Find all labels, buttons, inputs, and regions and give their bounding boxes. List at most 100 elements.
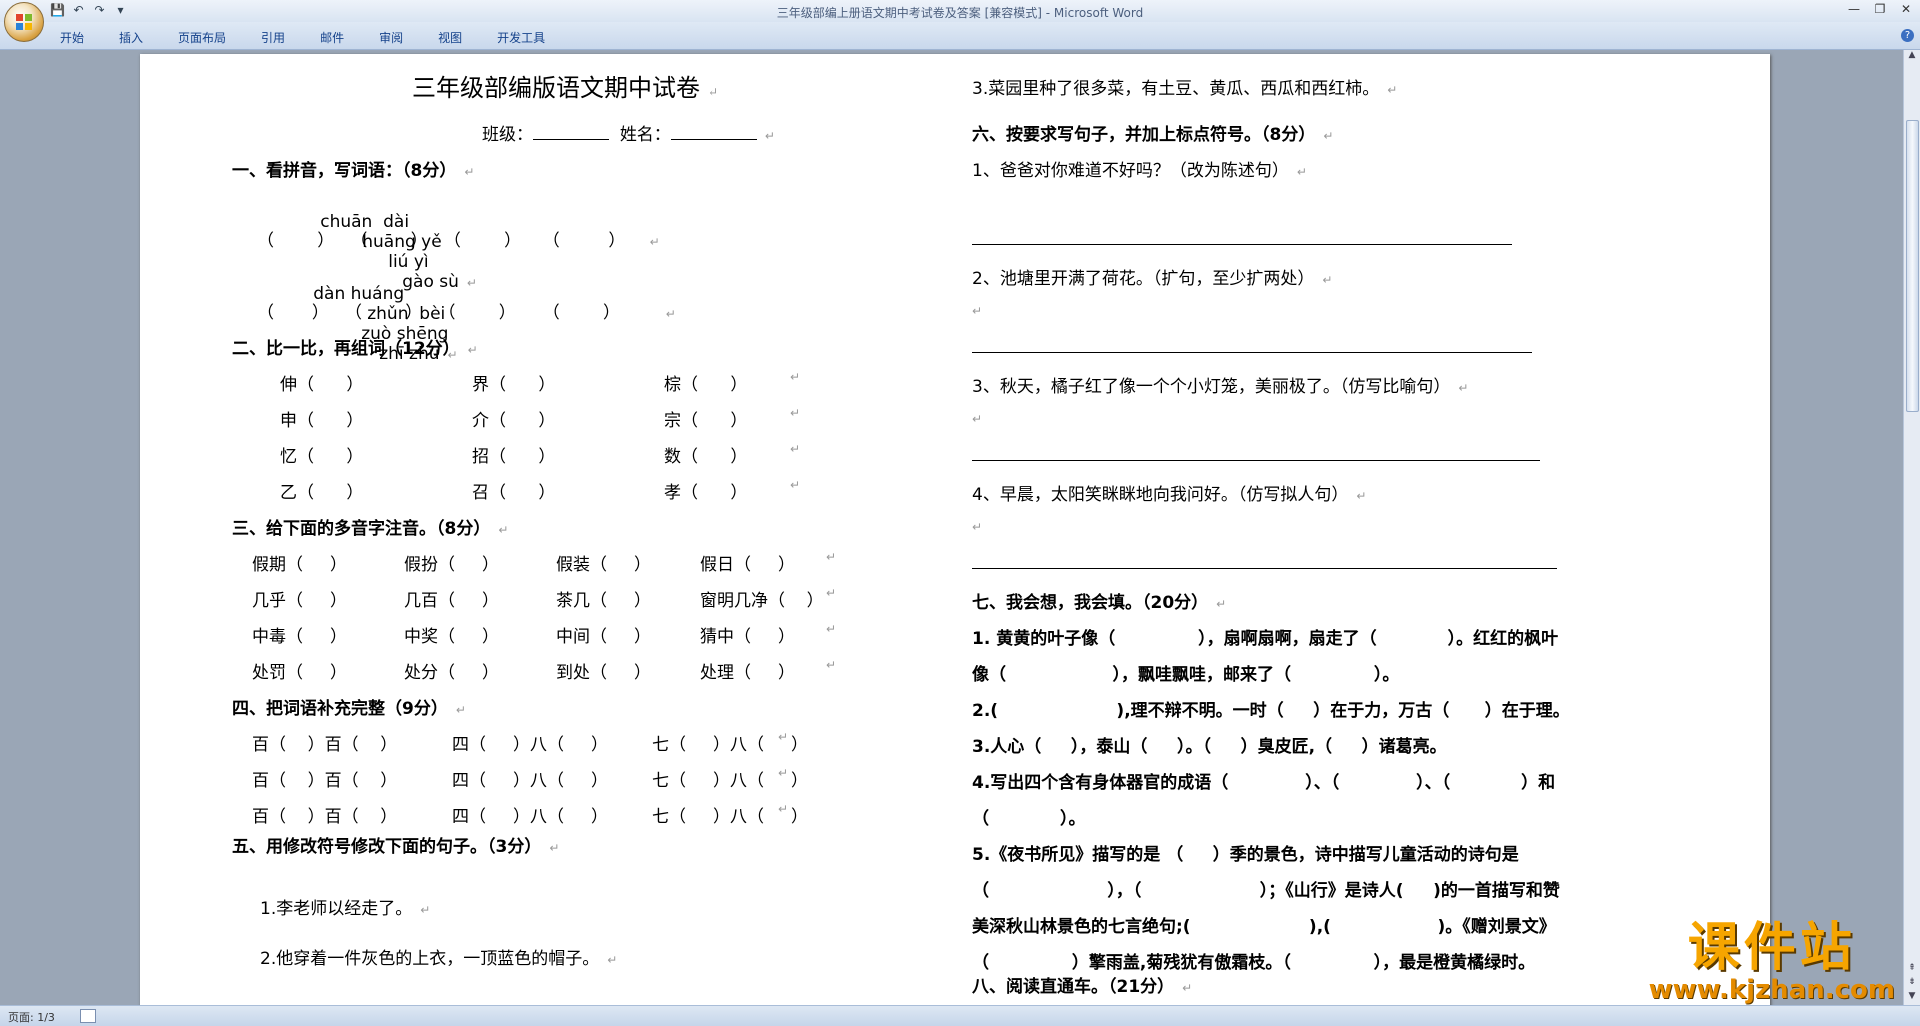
prev-page-icon[interactable]: ⇞ [1904, 963, 1920, 977]
sentence-item-3: 3.菜园里种了很多菜，有土豆、黄瓜、西瓜和西红柿。 ↵ [972, 79, 1398, 99]
section3-heading: 三、给下面的多音字注音。（8分） ↵ [232, 519, 509, 539]
exercise-item: 中间（ ） [556, 627, 652, 647]
ribbon-tabs-bar: 开始 插入 页面布局 引用 邮件 审阅 视图 开发工具 ? [0, 22, 1920, 50]
exercise-item: 乙（ ） [280, 483, 364, 503]
rewrite-item-2: 2、池塘里开满了荷花。（扩句，至少扩两处） ↵ [972, 269, 1333, 289]
document-page[interactable]: 三年级部编版语文期中试卷 ↵ 班级： 姓名： ↵ 一、看拼音，写词语：（8分） ↵ c… [140, 54, 1770, 1005]
empty-paragraph: ↵ [972, 304, 983, 318]
ribbon-tab[interactable]: 邮件 [320, 29, 344, 46]
exercise-item: 中毒（ ） [252, 627, 348, 647]
answer-line[interactable] [972, 244, 1512, 245]
exercise-item: 界（ ） [472, 375, 556, 395]
ribbon-tab[interactable]: 视图 [438, 29, 462, 46]
exercise-item: 百（ ）百（ ） [252, 735, 398, 755]
sentence-item-2: 2.他穿着一件灰色的上衣，一顶蓝色的帽子。 ↵ [260, 949, 618, 969]
section7-heading: 七、我会想，我会填。（20分） ↵ [972, 593, 1227, 613]
fill-blank-text: （ ），（ ）；《山行》是诗人( )的一首描写和赞 [972, 881, 1560, 901]
pinyin-row-2: dàn huáng zhǔn bèi zuò shēng zhī zhū ↵ [313, 284, 458, 364]
section2-heading: 二、比一比，再组词（12分） ↵ [232, 339, 478, 359]
fill-blank-text: 4.写出四个含有身体器官的成语（ ）、（ ）、（ ）和 [972, 773, 1556, 793]
fill-blank-line: 5.《夜书所见》描写的是 （ ）季的景色，诗中描写儿童活动的诗句是 [972, 840, 1519, 865]
exercise-item: 窗明几净（ ） [700, 591, 824, 611]
ribbon-tab[interactable]: 页面布局 [178, 29, 226, 46]
fill-blank-line: （ ），（ ）；《山行》是诗人( )的一首描写和赞 [972, 876, 1560, 901]
answer-brackets-row-2: （ ） （ ） （ ） （ ） ↵ [257, 303, 676, 323]
fill-blank-text: （ ）擎雨盖,菊残犹有傲霜枝。（ ），最是橙黄橘绿时。 [972, 953, 1536, 973]
maximize-icon[interactable]: ❐ [1872, 2, 1888, 16]
ribbon-tab[interactable]: 开发工具 [497, 29, 545, 46]
exercise-item: 介（ ） [472, 411, 556, 431]
empty-paragraph: ↵ [972, 520, 983, 534]
watermark-url: www.kjzhan.com [1648, 975, 1895, 1005]
document-area: 三年级部编版语文期中试卷 ↵ 班级： 姓名： ↵ 一、看拼音，写词语：（8分） ↵ c… [0, 50, 1904, 1005]
ribbon-tab[interactable]: 审阅 [379, 29, 403, 46]
fill-blank-line: 像（ ），飘哇飘哇，邮来了（ ）。 [972, 660, 1399, 685]
sentence-item-1: 1.李老师以经走了。 ↵ [260, 899, 431, 919]
proofing-icon[interactable] [80, 1009, 96, 1023]
exercise-item: 数（ ） [664, 447, 748, 467]
office-button[interactable] [4, 2, 44, 42]
window-controls: — ❐ ✕ [1846, 2, 1914, 16]
minimize-icon[interactable]: — [1846, 2, 1862, 16]
fill-blank-text: 2.( ),理不辩不明。一时（ ）在于力，万古（ ）在于理。 [972, 701, 1570, 721]
next-page-icon[interactable]: ⇟ [1904, 977, 1920, 991]
rewrite-item-4: 4、早晨，太阳笑眯眯地向我问好。（仿写拟人句） ↵ [972, 485, 1367, 505]
section1-heading: 一、看拼音，写词语：（8分） ↵ [232, 161, 475, 181]
exercise-item: 百（ ）百（ ） [252, 807, 398, 827]
fill-blank-line: （ ）擎雨盖,菊残犹有傲霜枝。（ ），最是橙黄橘绿时。 [972, 948, 1535, 973]
status-bar: 页面: 1/3 [0, 1005, 1920, 1026]
answer-line[interactable] [972, 352, 1532, 353]
exercise-item: 宗（ ） [664, 411, 748, 431]
fill-blank-text: 1. 黄黄的叶子像（ ），扇啊扇啊，扇走了（ ）。红红的枫叶 [972, 629, 1559, 649]
fill-blank-line: 3.人心（ ），泰山（ ）。（ ）臭皮匠,（ ）诸葛亮。 [972, 732, 1447, 757]
exercise-item: 中奖（ ） [404, 627, 500, 647]
watermark-name: 课件站 [1687, 918, 1856, 978]
exercise-item: 四（ ）八（ ） [452, 807, 609, 827]
class-label: 班级： [482, 125, 533, 145]
answer-line[interactable] [972, 568, 1557, 569]
ribbon-tab[interactable]: 开始 [60, 29, 84, 46]
exercise-item: 伸（ ） [280, 375, 364, 395]
exercise-item: 申（ ） [280, 411, 364, 431]
student-info-line: 班级： 姓名： ↵ [482, 123, 775, 145]
help-icon[interactable]: ? [1901, 29, 1914, 42]
exercise-item: 处罚（ ） [252, 663, 348, 683]
close-icon[interactable]: ✕ [1898, 2, 1914, 16]
scroll-thumb[interactable] [1906, 120, 1919, 412]
scroll-down-icon[interactable]: ▼ [1904, 991, 1920, 1005]
exercise-item: 假期（ ） [252, 555, 348, 575]
vertical-scrollbar[interactable]: ▲ ⇞ ⇟ ▼ [1903, 50, 1920, 1005]
class-blank[interactable] [533, 123, 609, 140]
fill-blank-line: 1. 黄黄的叶子像（ ），扇啊扇啊，扇走了（ ）。红红的枫叶 [972, 624, 1558, 649]
fill-blank-line: 4.写出四个含有身体器官的成语（ ）、（ ）、（ ）和 [972, 768, 1555, 793]
section5-heading: 五、用修改符号修改下面的句子。（3分） ↵ [232, 837, 560, 857]
exercise-item: 召（ ） [472, 483, 556, 503]
exercise-item: 茶几（ ） [556, 591, 652, 611]
exercise-item: 四（ ）八（ ） [452, 735, 609, 755]
ribbon-tab[interactable]: 引用 [261, 29, 285, 46]
ribbon-tab[interactable]: 插入 [119, 29, 143, 46]
scroll-up-icon[interactable]: ▲ [1904, 50, 1920, 64]
title-bar: 💾 ↶ ↷ ▾ 三年级部编上册语文期中考试卷及答案 [兼容模式] - Micro… [0, 0, 1920, 23]
ribbon-tabs: 开始 插入 页面布局 引用 邮件 审阅 视图 开发工具 [60, 29, 580, 46]
fill-blank-text: （ ）。 [972, 809, 1086, 829]
watermark-logo: 课件站 www.kjzhan.com [1649, 920, 1895, 1004]
exercise-item: 假装（ ） [556, 555, 652, 575]
exercise-item: 处分（ ） [404, 663, 500, 683]
exercise-item: 忆（ ） [280, 447, 364, 467]
fill-blank-line: 美深秋山林景色的七言绝句;( ),( )。《赠刘景文》 [972, 912, 1556, 937]
answer-brackets-row-1: （ ） （ ） （ ） （ ） ↵ [257, 231, 660, 251]
section6-heading: 六、按要求写句子，并加上标点符号。（8分） ↵ [972, 125, 1334, 145]
exercise-item: 几百（ ） [404, 591, 500, 611]
name-blank[interactable] [670, 123, 757, 140]
exercise-item: 招（ ） [472, 447, 556, 467]
exercise-item: 几乎（ ） [252, 591, 348, 611]
answer-line[interactable] [972, 460, 1540, 461]
name-label: 姓名： [619, 125, 671, 145]
fill-blank-text: 像（ ），飘哇飘哇，邮来了（ ）。 [972, 665, 1400, 685]
exercise-item: 假日（ ） [700, 555, 796, 575]
fill-blank-text: 5.《夜书所见》描写的是 （ ）季的景色，诗中描写儿童活动的诗句是 [972, 845, 1519, 865]
exercise-item: 百（ ）百（ ） [252, 771, 398, 791]
page-count[interactable]: 页面: 1/3 [8, 1009, 55, 1025]
fill-blank-line: 2.( ),理不辩不明。一时（ ）在于力，万古（ ）在于理。 [972, 696, 1570, 721]
